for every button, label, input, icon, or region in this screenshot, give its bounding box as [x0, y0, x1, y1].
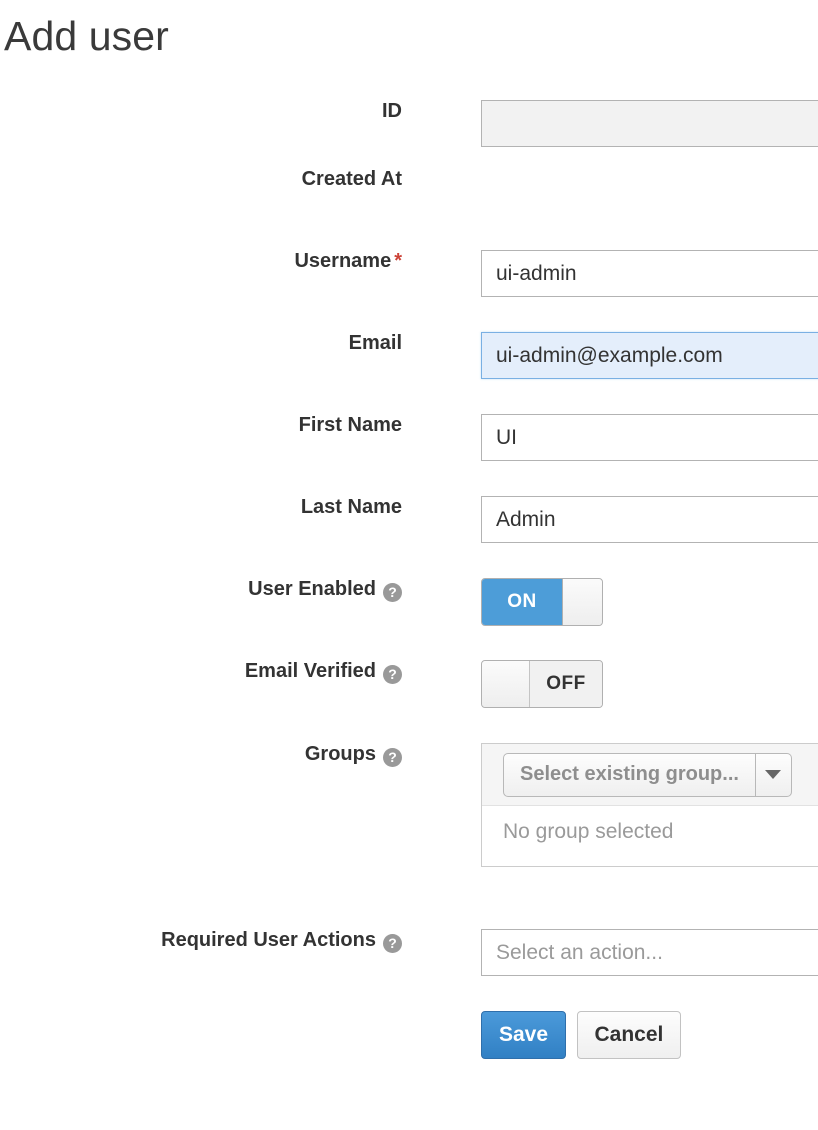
save-button[interactable]: Save [481, 1011, 566, 1059]
field-control-id [402, 100, 818, 147]
field-control-required-user-actions: Select an action... [402, 929, 818, 976]
field-label-groups: Groups? [0, 743, 402, 767]
form-actions-row: Save Cancel [0, 1011, 818, 1081]
field-label-last-name: Last Name [0, 496, 402, 519]
required-user-actions-placeholder: Select an action... [496, 941, 663, 964]
question-mark-circle-icon[interactable]: ? [383, 583, 402, 602]
cancel-button[interactable]: Cancel [577, 1011, 682, 1059]
form-row-id: ID [0, 100, 818, 168]
label-text: User Enabled [248, 578, 376, 600]
form-row-first-name: First Name UI [0, 414, 818, 496]
label-text: Email [349, 332, 402, 354]
user-enabled-toggle-handle[interactable] [562, 579, 602, 625]
label-text: Groups [305, 743, 376, 765]
field-label-username: Username* [0, 250, 402, 273]
id-input[interactable] [481, 100, 818, 147]
select-existing-group-dropdown-toggle[interactable] [756, 753, 792, 797]
chevron-down-icon [765, 770, 781, 779]
username-input-value: ui-admin [496, 262, 577, 285]
field-label-id: ID [0, 100, 402, 123]
last-name-input[interactable]: Admin [481, 496, 818, 543]
question-mark-circle-icon[interactable]: ? [383, 934, 402, 953]
field-control-first-name: UI [402, 414, 818, 461]
form-row-username: Username* ui-admin [0, 250, 818, 332]
label-text: Last Name [301, 496, 402, 518]
label-text: Username [294, 250, 391, 272]
label-text: ID [382, 100, 402, 122]
label-text: Required User Actions [161, 929, 376, 951]
form-row-email: Email ui-admin@example.com [0, 332, 818, 414]
field-control-groups: Select existing group... No group select… [402, 743, 818, 867]
form-row-required-user-actions: Required User Actions? Select an action.… [0, 929, 818, 1011]
user-enabled-toggle[interactable]: ON [481, 578, 603, 626]
form-row-email-verified: Email Verified? OFF [0, 660, 818, 743]
required-marker: * [394, 250, 402, 272]
select-existing-group-split-button[interactable]: Select existing group... [503, 753, 792, 797]
question-mark-circle-icon[interactable]: ? [383, 665, 402, 684]
field-label-email: Email [0, 332, 402, 355]
email-input-value: ui-admin@example.com [496, 344, 723, 367]
form-actions: Save Cancel [402, 1011, 818, 1059]
username-input[interactable]: ui-admin [481, 250, 818, 297]
field-control-username: ui-admin [402, 250, 818, 297]
label-text: Email Verified [245, 660, 376, 682]
last-name-input-value: Admin [496, 508, 556, 531]
required-user-actions-input[interactable]: Select an action... [481, 929, 818, 976]
form-row-user-enabled: User Enabled? ON [0, 578, 818, 660]
first-name-input[interactable]: UI [481, 414, 818, 461]
groups-toolbar: Select existing group... [482, 744, 818, 806]
field-control-email: ui-admin@example.com [402, 332, 818, 379]
field-label-required-user-actions: Required User Actions? [0, 929, 402, 953]
groups-panel: Select existing group... No group select… [481, 743, 818, 867]
field-label-email-verified: Email Verified? [0, 660, 402, 684]
field-control-last-name: Admin [402, 496, 818, 543]
email-input[interactable]: ui-admin@example.com [481, 332, 818, 379]
field-label-user-enabled: User Enabled? [0, 578, 402, 602]
add-user-form: ID Created At Username* ui-admin Email [0, 100, 818, 1081]
field-control-user-enabled: ON [402, 578, 818, 626]
field-control-email-verified: OFF [402, 660, 818, 708]
page-title: Add user [4, 8, 169, 64]
form-row-last-name: Last Name Admin [0, 496, 818, 578]
form-row-created-at: Created At [0, 168, 818, 250]
groups-empty-text: No group selected [482, 806, 818, 866]
form-row-groups: Groups? Select existing group... No grou… [0, 743, 818, 929]
email-verified-toggle[interactable]: OFF [481, 660, 603, 708]
select-existing-group-button[interactable]: Select existing group... [503, 753, 756, 797]
label-text: Created At [302, 168, 402, 190]
email-verified-toggle-handle[interactable] [482, 661, 530, 707]
user-enabled-toggle-label: ON [482, 579, 562, 625]
question-mark-circle-icon[interactable]: ? [383, 748, 402, 767]
field-label-created-at: Created At [0, 168, 402, 191]
first-name-input-value: UI [496, 426, 517, 449]
label-text: First Name [299, 414, 402, 436]
field-label-first-name: First Name [0, 414, 402, 437]
email-verified-toggle-label: OFF [530, 661, 602, 707]
